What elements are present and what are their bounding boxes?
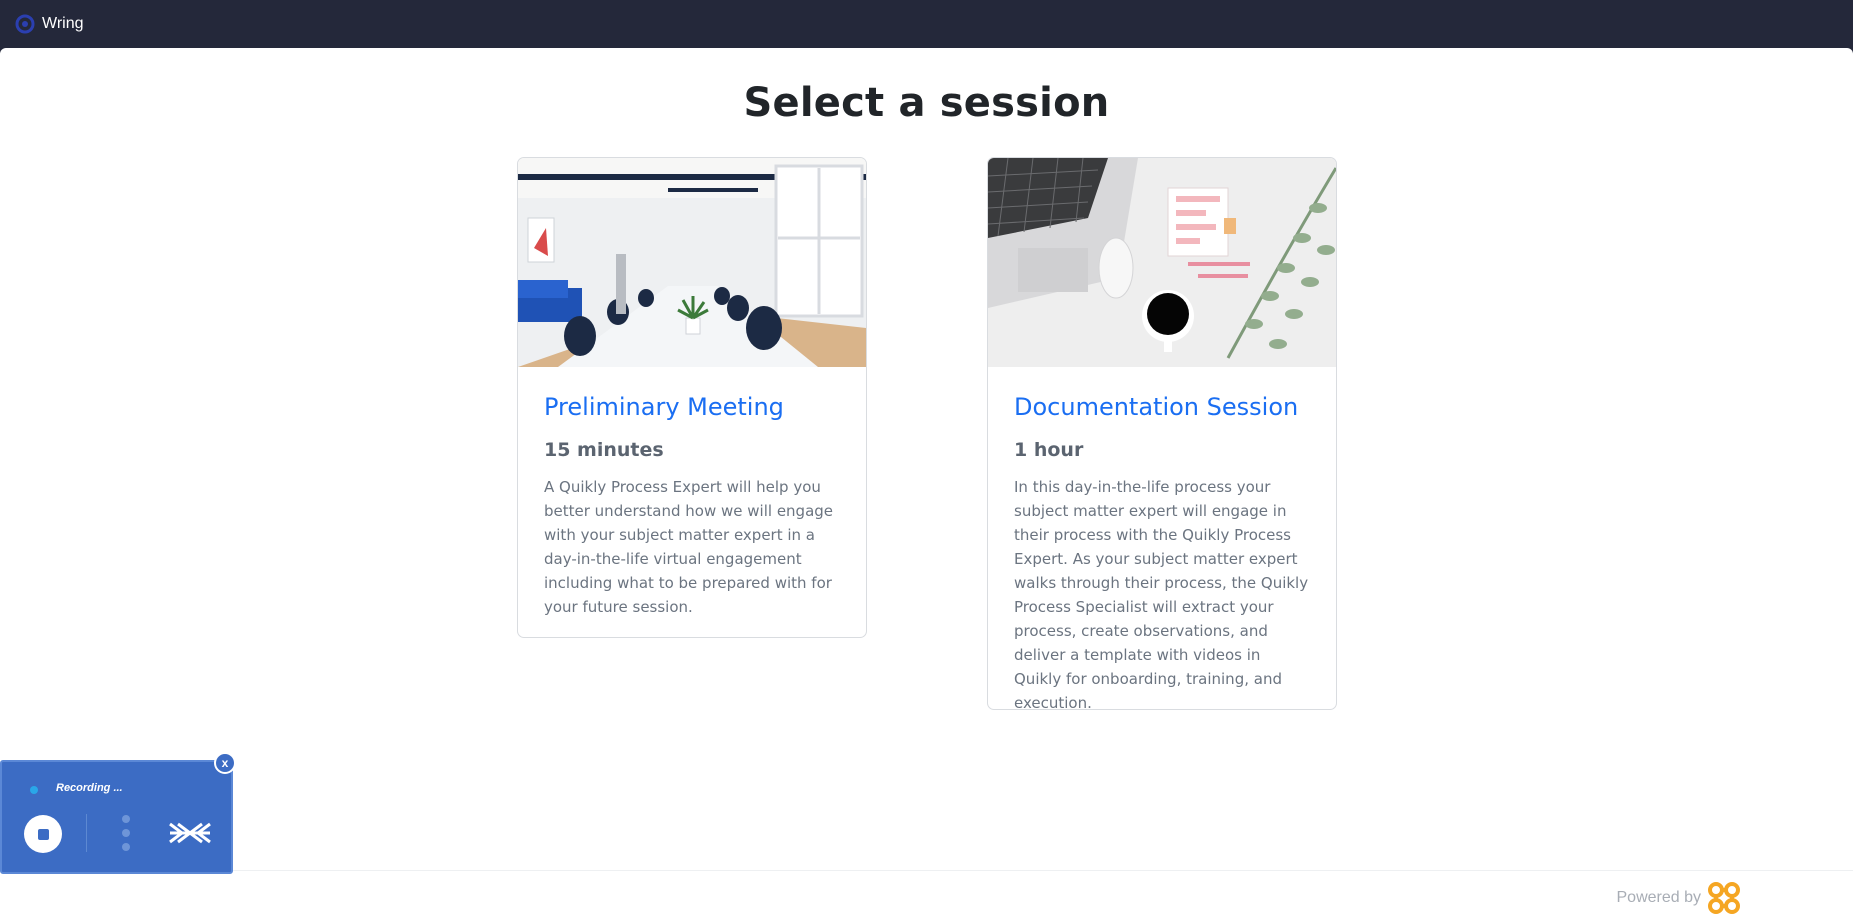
quikly-logo-icon bbox=[1708, 882, 1740, 914]
powered-by-label: Powered by bbox=[1616, 889, 1702, 906]
stop-icon bbox=[37, 828, 49, 840]
dot-icon bbox=[122, 815, 130, 823]
session-duration: 15 minutes bbox=[544, 439, 664, 461]
recording-widget: Recording ... bbox=[0, 760, 233, 874]
page-footer: Powered by bbox=[0, 870, 1853, 919]
conference-room-photo bbox=[518, 158, 866, 367]
session-description: A Quikly Process Expert will help you be… bbox=[544, 478, 834, 616]
desk-laptop-photo bbox=[988, 158, 1336, 367]
page-title: Select a session bbox=[743, 80, 1110, 126]
powered-by[interactable]: Powered by bbox=[1617, 881, 1742, 915]
app-tab-title: Wring bbox=[42, 15, 84, 32]
session-card-preliminary[interactable]: Preliminary Meeting 15 minutes A Quikly … bbox=[517, 157, 867, 638]
close-recorder-button[interactable]: x bbox=[214, 752, 236, 774]
recorder-brand-icon[interactable] bbox=[168, 816, 212, 850]
more-options-button[interactable] bbox=[121, 815, 131, 851]
browser-tab-bar: Wring bbox=[0, 0, 1853, 48]
recording-status: Recording ... bbox=[56, 782, 123, 794]
page-content: Select a session Preliminary Meeting 15 … bbox=[0, 48, 1853, 919]
wring-logo-icon bbox=[15, 14, 35, 34]
session-duration: 1 hour bbox=[1014, 439, 1084, 461]
session-description: In this day-in-the-life process your sub… bbox=[1014, 478, 1309, 710]
divider bbox=[86, 814, 87, 852]
recording-indicator-icon bbox=[30, 786, 38, 794]
app-tab[interactable]: Wring bbox=[14, 10, 84, 38]
session-title-link[interactable]: Documentation Session bbox=[1014, 393, 1310, 421]
session-card-documentation[interactable]: Documentation Session 1 hour In this day… bbox=[987, 157, 1337, 710]
dot-icon bbox=[122, 829, 130, 837]
stop-recording-button[interactable] bbox=[24, 815, 62, 853]
dot-icon bbox=[122, 843, 130, 851]
session-title-link[interactable]: Preliminary Meeting bbox=[544, 393, 840, 421]
